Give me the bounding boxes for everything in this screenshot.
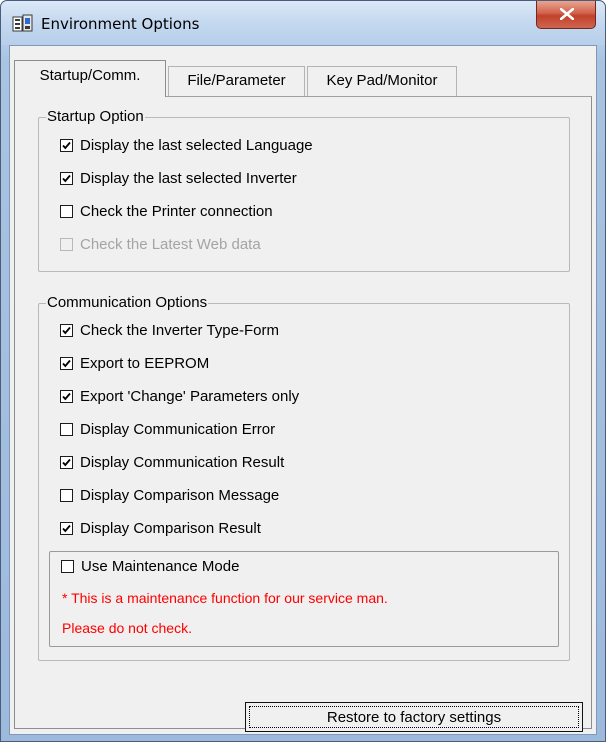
group-title: Startup Option [46, 108, 145, 126]
checkbox[interactable] [60, 456, 73, 469]
checkmark-icon [62, 141, 71, 150]
checkbox-label: Export 'Change' Parameters only [80, 388, 300, 405]
checkbox[interactable] [60, 489, 73, 502]
checkbox[interactable] [60, 324, 73, 337]
maintenance-mode-box: Use Maintenance Mode * This is a mainten… [49, 551, 559, 647]
communication-options-group: Communication Options Check the Inverter… [38, 294, 570, 661]
button-label: Restore to factory settings [326, 709, 502, 726]
tab-label: Startup/Comm. [39, 67, 141, 84]
tab-startup-comm[interactable]: Startup/Comm. [14, 60, 166, 97]
app-window-icon [12, 14, 34, 34]
checkmark-icon [62, 458, 71, 467]
startup-option-group: Startup Option Display the last selected… [38, 108, 570, 272]
checkbox-label: Display Communication Result [80, 454, 285, 471]
checkmark-icon [62, 524, 71, 533]
checkbox[interactable] [60, 172, 73, 185]
checkmark-icon [62, 359, 71, 368]
checkbox-label: Display Communication Error [80, 421, 276, 438]
checkbox-label: Export to EEPROM [80, 355, 210, 372]
checkbox[interactable] [61, 560, 74, 573]
tab-label: Key Pad/Monitor [326, 72, 438, 89]
checkbox[interactable] [60, 357, 73, 370]
close-icon [560, 8, 574, 20]
tab-file-parameter[interactable]: File/Parameter [168, 66, 305, 96]
maintenance-warning-note: * This is a maintenance function for our… [62, 590, 388, 606]
checkbox-label: Check the Inverter Type-Form [80, 322, 279, 339]
checkbox[interactable] [60, 390, 73, 403]
checkmark-icon [62, 392, 71, 401]
checkbox [60, 238, 73, 251]
tab-label: File/Parameter [187, 72, 286, 89]
checkbox[interactable] [60, 522, 73, 535]
checkmark-icon [62, 174, 71, 183]
checkbox-label: Display Comparison Message [80, 487, 280, 504]
tab-panel-startup-comm: Startup Option Display the last selected… [14, 96, 592, 732]
checkbox[interactable] [60, 423, 73, 436]
environment-options-window: Environment Options Startup/Comm. File/P… [0, 0, 606, 742]
checkbox-label: Use Maintenance Mode [81, 558, 240, 575]
close-button[interactable] [536, 1, 596, 29]
dialog-client-area: Startup/Comm. File/Parameter Key Pad/Mon… [9, 45, 597, 735]
tab-key-pad-monitor[interactable]: Key Pad/Monitor [307, 66, 457, 96]
checkbox[interactable] [60, 139, 73, 152]
restore-factory-settings-button[interactable]: Restore to factory settings [245, 702, 583, 732]
checkbox-label: Display the last selected Language [80, 137, 313, 154]
window-title: Environment Options [41, 15, 200, 33]
checkbox-label: Display the last selected Inverter [80, 170, 297, 187]
group-title: Communication Options [46, 294, 209, 312]
checkmark-icon [62, 326, 71, 335]
checkbox-label: Check the Latest Web data [80, 236, 261, 253]
checkbox-label: Display Comparison Result [80, 520, 261, 537]
maintenance-warning-note: Please do not check. [62, 620, 192, 636]
checkbox[interactable] [60, 205, 73, 218]
title-bar[interactable]: Environment Options [1, 1, 605, 45]
checkbox-label: Check the Printer connection [80, 203, 273, 220]
